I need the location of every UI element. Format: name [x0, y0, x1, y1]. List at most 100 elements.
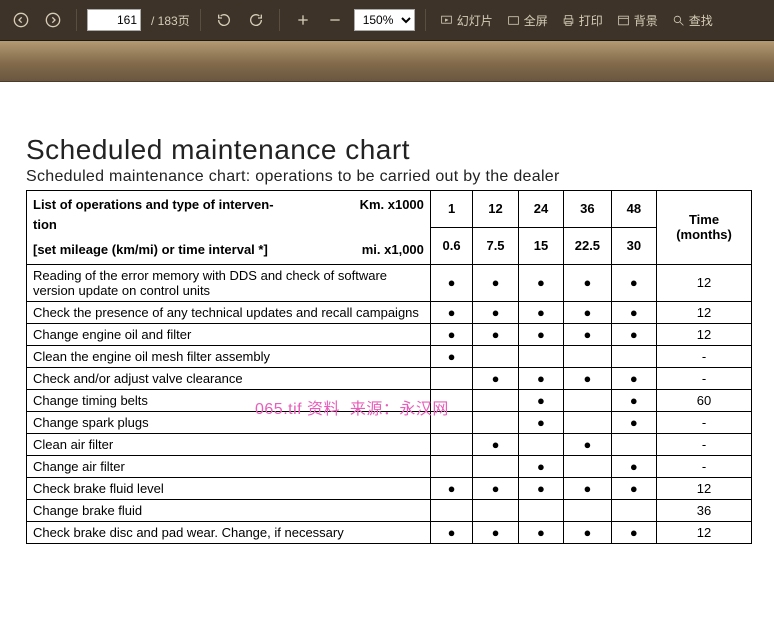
operation-cell: Check brake disc and pad wear. Change, i… — [27, 521, 431, 543]
mark-cell: ● — [473, 433, 518, 455]
operation-cell: Reading of the error memory with DDS and… — [27, 264, 431, 301]
mark-cell: ● — [518, 301, 563, 323]
mark-cell — [430, 455, 472, 477]
mark-cell: ● — [430, 323, 472, 345]
mark-cell — [564, 345, 611, 367]
back-button[interactable] — [8, 7, 34, 33]
undo-icon — [216, 12, 232, 28]
mark-cell — [473, 411, 518, 433]
mark-cell — [611, 345, 656, 367]
time-cell: 36 — [657, 499, 752, 521]
mark-cell — [611, 499, 656, 521]
time-cell: 12 — [657, 323, 752, 345]
mi-col: 22.5 — [564, 227, 611, 264]
operation-cell: Change timing belts — [27, 389, 431, 411]
mark-cell: ● — [611, 367, 656, 389]
mark-cell: ● — [611, 301, 656, 323]
mark-cell: ● — [564, 477, 611, 499]
km-col: 1 — [430, 191, 472, 228]
background-label: 背景 — [634, 12, 658, 29]
time-cell: 12 — [657, 477, 752, 499]
mark-cell — [430, 499, 472, 521]
mi-col: 30 — [611, 227, 656, 264]
mark-cell: ● — [518, 455, 563, 477]
operation-cell: Change air filter — [27, 455, 431, 477]
mi-col: 7.5 — [473, 227, 518, 264]
time-cell: 12 — [657, 521, 752, 543]
time-cell: - — [657, 345, 752, 367]
toolbar-divider — [279, 9, 280, 31]
mark-cell: ● — [611, 264, 656, 301]
header-gradient — [0, 41, 774, 82]
toolbar-divider — [76, 9, 77, 31]
redo-icon — [248, 12, 264, 28]
header-ops-note: [set mileage (km/mi) or time interval *] — [33, 240, 268, 260]
mark-cell: ● — [564, 323, 611, 345]
zoom-select[interactable]: 150% — [354, 9, 415, 31]
page-total-label: / 183页 — [151, 12, 190, 29]
mark-cell — [473, 389, 518, 411]
time-cell: 12 — [657, 264, 752, 301]
km-col: 36 — [564, 191, 611, 228]
mark-cell: ● — [518, 411, 563, 433]
pdf-toolbar: / 183页 150% 幻灯片 全屏 打印 背景 查找 — [0, 0, 774, 41]
table-row: Change timing belts●●60 — [27, 389, 752, 411]
table-row: Change air filter●●- — [27, 455, 752, 477]
mark-cell: ● — [473, 264, 518, 301]
mark-cell — [518, 499, 563, 521]
rotate-ccw-button[interactable] — [211, 7, 237, 33]
slideshow-icon — [440, 13, 454, 27]
mark-cell — [473, 499, 518, 521]
table-body: Reading of the error memory with DDS and… — [27, 264, 752, 543]
print-button[interactable]: 打印 — [558, 10, 607, 31]
page-number-input[interactable] — [87, 9, 141, 31]
plus-icon — [295, 12, 311, 28]
mark-cell: ● — [473, 323, 518, 345]
operation-cell: Check the presence of any technical upda… — [27, 301, 431, 323]
mi-label: mi. x1,000 — [362, 240, 424, 260]
mark-cell — [430, 389, 472, 411]
time-cell: 12 — [657, 301, 752, 323]
mark-cell: ● — [564, 367, 611, 389]
mark-cell: ● — [518, 521, 563, 543]
table-header: List of operations and type of interven-… — [27, 191, 752, 265]
forward-button[interactable] — [40, 7, 66, 33]
page-subtitle: Scheduled maintenance chart: operations … — [26, 168, 752, 186]
mark-cell: ● — [430, 301, 472, 323]
background-button[interactable]: 背景 — [613, 10, 662, 31]
fullscreen-button[interactable]: 全屏 — [503, 10, 552, 31]
mark-cell: ● — [611, 455, 656, 477]
operation-cell: Check and/or adjust valve clearance — [27, 367, 431, 389]
mark-cell: ● — [473, 301, 518, 323]
time-header: Time (months) — [657, 191, 752, 265]
find-button[interactable]: 查找 — [668, 10, 717, 31]
mark-cell — [430, 411, 472, 433]
mark-cell: ● — [611, 411, 656, 433]
slideshow-button[interactable]: 幻灯片 — [436, 10, 497, 31]
slideshow-label: 幻灯片 — [457, 12, 493, 29]
table-row: Change brake fluid36 — [27, 499, 752, 521]
zoom-in-button[interactable] — [290, 7, 316, 33]
mark-cell: ● — [611, 389, 656, 411]
table-row: Check brake disc and pad wear. Change, i… — [27, 521, 752, 543]
zoom-out-button[interactable] — [322, 7, 348, 33]
table-row: Clean air filter●●- — [27, 433, 752, 455]
fullscreen-icon — [507, 13, 521, 27]
table-row: Reading of the error memory with DDS and… — [27, 264, 752, 301]
mark-cell — [473, 455, 518, 477]
search-icon — [672, 13, 686, 27]
mi-col: 15 — [518, 227, 563, 264]
header-operations: List of operations and type of interven-… — [27, 191, 431, 265]
mark-cell: ● — [611, 323, 656, 345]
arrow-right-icon — [45, 12, 61, 28]
mark-cell: ● — [518, 323, 563, 345]
mark-cell: ● — [430, 477, 472, 499]
mark-cell — [430, 367, 472, 389]
toolbar-divider — [200, 9, 201, 31]
mark-cell: ● — [430, 264, 472, 301]
toolbar-divider — [425, 9, 426, 31]
mark-cell — [564, 455, 611, 477]
rotate-cw-button[interactable] — [243, 7, 269, 33]
mark-cell: ● — [611, 521, 656, 543]
table-row: Check brake fluid level●●●●●12 — [27, 477, 752, 499]
